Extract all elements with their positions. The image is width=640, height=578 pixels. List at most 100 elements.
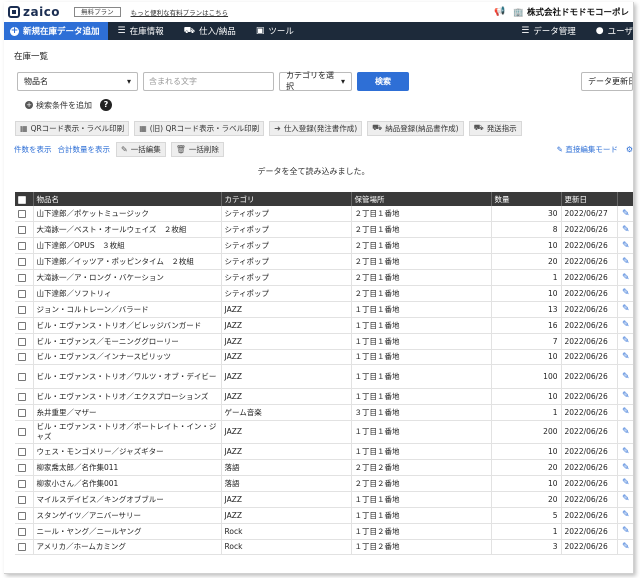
qr-label-button[interactable]: ▦ QRコード表示・ラベル印刷 xyxy=(15,120,130,136)
row-checkbox[interactable] xyxy=(18,511,26,520)
row-checkbox[interactable] xyxy=(18,305,26,314)
table-row[interactable]: ビル・エヴァンス・トリオ／ワルツ・オブ・デイビー JAZZ １丁目１番地 100 202… xyxy=(15,364,633,389)
cell-name[interactable]: 山下達郎／ソフトリィ xyxy=(33,285,222,302)
row-checkbox[interactable] xyxy=(18,337,26,346)
pencil-icon[interactable]: ✎ xyxy=(622,273,630,283)
table-row[interactable]: 柳家喬太郎／名作集011 落語 ２丁目２番地 20 2022/06/26 ✎ xyxy=(15,459,633,476)
pencil-icon[interactable]: ✎ xyxy=(622,304,630,314)
row-checkbox[interactable] xyxy=(18,448,26,457)
table-row[interactable]: ビル・エヴァンス／モーニンググローリー JAZZ １丁目１番地 7 2022/06/26… xyxy=(15,333,633,350)
row-checkbox[interactable] xyxy=(18,321,26,330)
table-row[interactable]: ウェス・モンゴメリー／ジャズギター JAZZ １丁目１番地 10 2022/06/26 ✎ xyxy=(15,443,633,461)
show-count-link[interactable]: 件数を表示 xyxy=(14,144,52,155)
pencil-icon[interactable]: ✎ xyxy=(622,257,630,267)
row-checkbox[interactable] xyxy=(18,372,26,381)
cell-name[interactable]: ビル・エヴァンス・トリオ／ポートレイト・イン・ジャズ xyxy=(33,420,222,445)
old-qr-label-button[interactable]: ▦ (旧) QRコード表示・ラベル印刷 xyxy=(134,120,265,136)
bulk-edit-button[interactable]: ✎ 一括編集 xyxy=(116,142,166,157)
row-checkbox[interactable] xyxy=(18,427,26,436)
megaphone-icon[interactable]: 📢 xyxy=(494,7,505,17)
row-checkbox[interactable] xyxy=(18,543,26,552)
cell-name[interactable]: 糸井重里／マザー xyxy=(33,404,222,421)
nav-tools[interactable]: ▣ ツール xyxy=(246,22,304,40)
search-button[interactable]: 検索 xyxy=(357,71,409,91)
bulk-delete-button[interactable]: 🗑 一括削除 xyxy=(170,142,224,157)
pencil-icon[interactable]: ✎ xyxy=(622,225,630,235)
row-checkbox[interactable] xyxy=(18,242,26,251)
add-condition-link[interactable]: 検索条件を追加 xyxy=(36,100,92,111)
table-row[interactable]: ニール・ヤング／ニールヤング Rock １丁目２番地 1 2022/06/26 ✎ xyxy=(15,523,633,540)
category-select[interactable]: カテゴリを選択 ▾ xyxy=(279,71,352,91)
cell-name[interactable]: ウェス・モンゴメリー／ジャズギター xyxy=(33,443,222,461)
row-checkbox[interactable] xyxy=(18,408,26,417)
row-checkbox[interactable] xyxy=(18,274,26,282)
row-checkbox[interactable] xyxy=(18,226,26,235)
help-icon[interactable]: ? xyxy=(100,99,112,111)
cell-name[interactable]: スタンゲイツ／アニバーサリー xyxy=(33,507,222,524)
column-header-location[interactable]: 保管場所 xyxy=(351,192,492,206)
table-row[interactable]: 山下達郎／ソフトリィ シティポップ ２丁目１番地 10 2022/06/26 ✎ xyxy=(15,285,633,302)
purchase-register-button[interactable]: ➜ 仕入登録(発注書作成) xyxy=(269,120,363,136)
row-checkbox[interactable] xyxy=(18,353,26,362)
pencil-icon[interactable]: ✎ xyxy=(622,241,630,251)
cell-name[interactable]: ビル・エヴァンス／モーニンググローリー xyxy=(33,333,222,350)
cell-name[interactable]: 柳家小さん／名作集001 xyxy=(33,475,222,492)
cell-name[interactable]: ビル・エヴァンス・トリオ／エクスプローションズ xyxy=(33,388,222,405)
row-checkbox[interactable] xyxy=(18,495,26,504)
table-row[interactable]: ジョン・コルトレーン／バラード JAZZ １丁目１番地 13 2022/06/26 ✎ xyxy=(15,301,633,318)
row-checkbox[interactable] xyxy=(18,289,26,298)
cell-name[interactable]: 山下達郎／イッツア・ポッピンタイム ２枚組 xyxy=(33,253,222,271)
pencil-icon[interactable]: ✎ xyxy=(622,336,630,346)
column-header-updated[interactable]: 更新日 xyxy=(561,192,618,206)
cell-name[interactable]: 山下達郎／OPUS ３枚組 xyxy=(33,237,222,255)
pencil-icon[interactable]: ✎ xyxy=(622,407,630,417)
show-total-link[interactable]: 合計数量を表示 xyxy=(58,144,111,155)
select-all-checkbox[interactable] xyxy=(18,195,26,204)
pencil-icon[interactable]: ✎ xyxy=(622,288,630,298)
table-row[interactable]: ビル・エヴァンス／インナースピリッツ JAZZ １丁目１番地 10 2022/06/26… xyxy=(15,349,633,366)
pencil-icon[interactable]: ✎ xyxy=(622,494,630,504)
pencil-icon[interactable]: ✎ xyxy=(622,391,630,401)
column-header-quantity[interactable]: 数量 xyxy=(491,192,562,206)
upgrade-link[interactable]: もっと便利な有料プランはこちら xyxy=(131,7,229,17)
column-header-name[interactable]: 物品名 xyxy=(33,192,222,206)
table-row[interactable]: ビル・エヴァンス・トリオ／エクスプローションズ JAZZ １丁目１番地 10 2022/… xyxy=(15,388,633,405)
pencil-icon[interactable]: ✎ xyxy=(622,352,630,362)
table-row[interactable]: スタンゲイツ／アニバーサリー JAZZ １丁目１番地 5 2022/06/26 ✎ xyxy=(15,507,633,524)
new-item-button[interactable]: + 新規在庫データ追加 xyxy=(4,22,108,40)
cell-name[interactable]: ビル・エヴァンス／インナースピリッツ xyxy=(33,349,222,366)
direct-edit-mode-link[interactable]: ✎ 直接編集モード xyxy=(557,144,618,155)
zaico-logo[interactable]: zaico xyxy=(8,5,60,19)
cell-name[interactable]: 大滝詠一／ベスト・オールウェイズ ２枚組 xyxy=(33,221,222,239)
nav-data-management[interactable]: ☰ データ管理 xyxy=(511,22,586,40)
row-checkbox[interactable] xyxy=(18,479,26,488)
row-checkbox[interactable] xyxy=(18,464,26,473)
cell-name[interactable]: 山下達郎／ポケットミュージック xyxy=(33,206,222,223)
company-name[interactable]: 🏢 株式会社ドモドモコーポレ xyxy=(513,6,629,18)
table-row[interactable]: 山下達郎／OPUS ３枚組 シティポップ ２丁目１番地 10 2022/06/26 ✎ xyxy=(15,237,633,255)
pencil-icon[interactable]: ✎ xyxy=(622,463,630,473)
table-row[interactable]: 大滝詠一／ベスト・オールウェイズ ２枚組 シティポップ ２丁目１番地 8 2022/06… xyxy=(15,221,633,239)
row-checkbox[interactable] xyxy=(18,210,26,219)
table-row[interactable]: 山下達郎／イッツア・ポッピンタイム ２枚組 シティポップ ２丁目１番地 20 2022/… xyxy=(15,253,633,271)
delivery-register-button[interactable]: ⛟ 納品登録(納品書作成) xyxy=(367,120,464,136)
pencil-icon[interactable]: ✎ xyxy=(622,447,630,457)
table-row[interactable]: ビル・エヴァンス・トリオ／ポートレイト・イン・ジャズ JAZZ １丁目１番地 200 2… xyxy=(15,420,633,445)
column-header-category[interactable]: カテゴリ xyxy=(221,192,352,206)
pencil-icon[interactable]: ✎ xyxy=(622,526,630,536)
table-row[interactable]: 大滝詠一／ア・ロング・バケーション シティポップ ２丁目１番地 1 2022/06/26… xyxy=(15,269,633,286)
cell-name[interactable]: ニール・ヤング／ニールヤング xyxy=(33,523,222,540)
cell-name[interactable]: ビル・エヴァンス・トリオ／ビレッジバンガード xyxy=(33,317,222,334)
row-checkbox[interactable] xyxy=(18,392,26,401)
keyword-input[interactable]: 含まれる文字 xyxy=(143,71,274,91)
table-row[interactable]: マイルスデイビス／キングオブブルー JAZZ １丁目１番地 20 2022/06/26 ✎ xyxy=(15,491,633,508)
table-row[interactable]: アメリカ／ホームカミング Rock １丁目２番地 3 2022/06/26 ✎ xyxy=(15,539,633,556)
search-field-select[interactable]: 物品名 ▾ xyxy=(17,71,138,91)
pencil-icon[interactable]: ✎ xyxy=(622,320,630,330)
cell-name[interactable]: 大滝詠一／ア・ロング・バケーション xyxy=(33,269,222,286)
nav-inventory[interactable]: ☰ 在庫情報 xyxy=(108,22,174,40)
table-row[interactable]: 糸井重里／マザー ゲーム音楽 ３丁目１番地 1 2022/06/26 ✎ xyxy=(15,404,633,421)
cell-name[interactable]: 柳家喬太郎／名作集011 xyxy=(33,459,222,476)
pencil-icon[interactable]: ✎ xyxy=(622,372,630,382)
shipping-instruction-button[interactable]: ⛟ 発送指示 xyxy=(468,120,522,136)
